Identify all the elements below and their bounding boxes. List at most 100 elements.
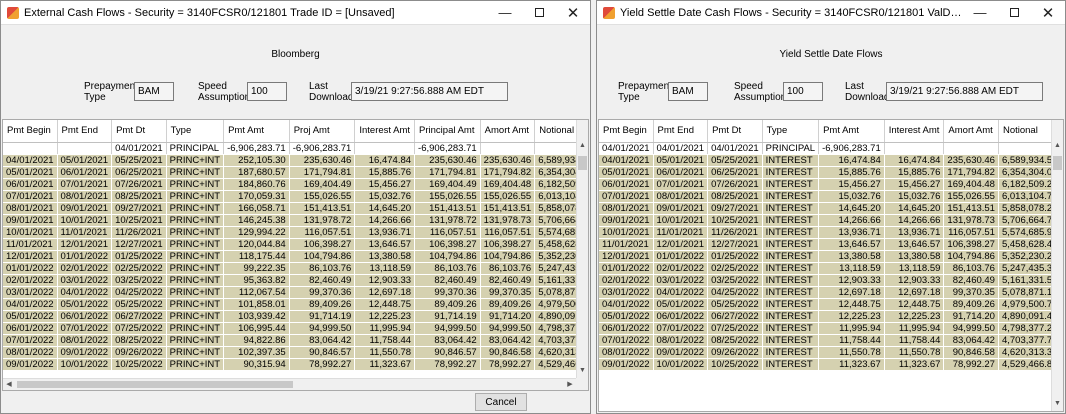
table-cell: PRINC+INT bbox=[166, 178, 225, 191]
table-cell: 04/01/2021 bbox=[653, 142, 709, 155]
column-header[interactable]: Amort Amt bbox=[480, 120, 536, 143]
table-row[interactable]: 04/01/2021 05/01/2021 05/25/2021 PRINC+INT 2… bbox=[3, 154, 588, 167]
column-header[interactable]: Pmt End bbox=[57, 120, 113, 143]
table-cell: 78,992.27 bbox=[480, 358, 536, 371]
column-header[interactable]: Pmt End bbox=[653, 120, 709, 143]
table-row[interactable]: 11/01/2021 12/01/2021 12/27/2021 INTEREST 13… bbox=[599, 238, 1063, 251]
table-row[interactable]: 07/01/2022 08/01/2022 08/25/2022 PRINC+INT 9… bbox=[3, 334, 588, 347]
table-row[interactable]: 06/01/2022 07/01/2022 07/25/2022 PRINC+INT 1… bbox=[3, 322, 588, 335]
table-cell: 11/26/2021 bbox=[707, 226, 763, 239]
minimize-button[interactable]: — bbox=[488, 1, 522, 25]
table-row[interactable]: 06/01/2021 07/01/2021 07/26/2021 PRINC+INT 1… bbox=[3, 178, 588, 191]
minimize-button[interactable]: — bbox=[963, 1, 997, 25]
table-row[interactable]: 02/01/2022 03/01/2022 03/25/2022 INTEREST 12… bbox=[599, 274, 1063, 287]
table-row[interactable]: 09/01/2022 10/01/2022 10/25/2022 PRINC+INT 9… bbox=[3, 358, 588, 371]
table-row[interactable]: 05/01/2022 06/01/2022 06/27/2022 PRINC+INT 1… bbox=[3, 310, 588, 323]
table-cell: 14,645.20 bbox=[818, 202, 885, 215]
close-button[interactable]: ✕ bbox=[1031, 1, 1065, 25]
speed-assumption-field[interactable]: 100 bbox=[247, 82, 287, 101]
last-download-field[interactable]: 3/19/21 9:27:56.888 AM EDT bbox=[886, 82, 1043, 101]
table-row[interactable]: 04/01/2021 05/01/2021 05/25/2021 INTEREST 16… bbox=[599, 154, 1063, 167]
vertical-scroll-thumb[interactable] bbox=[1053, 156, 1062, 170]
vertical-scrollbar[interactable]: ▲ ▼ bbox=[576, 120, 588, 378]
table-row[interactable]: 12/01/2021 01/01/2022 01/25/2022 INTEREST 13… bbox=[599, 250, 1063, 263]
table-row[interactable]: 07/01/2021 08/01/2021 08/25/2021 PRINC+INT 1… bbox=[3, 190, 588, 203]
scroll-down-icon[interactable]: ▼ bbox=[577, 367, 588, 378]
table-row[interactable]: 04/01/2021 04/01/2021 04/01/2021 PRINCIPAL -… bbox=[599, 142, 1063, 155]
table-row[interactable]: 08/01/2021 09/01/2021 09/27/2021 INTEREST 14… bbox=[599, 202, 1063, 215]
vertical-scroll-thumb[interactable] bbox=[578, 156, 587, 170]
table-row[interactable]: 01/01/2022 02/01/2022 02/25/2022 INTEREST 13… bbox=[599, 262, 1063, 275]
column-header[interactable]: Pmt Begin bbox=[3, 120, 58, 143]
horizontal-scroll-thumb[interactable] bbox=[17, 381, 293, 388]
scroll-up-icon[interactable]: ▲ bbox=[1052, 142, 1063, 153]
column-header[interactable]: Type bbox=[762, 120, 820, 143]
table-cell: PRINCIPAL bbox=[762, 142, 820, 155]
column-header[interactable]: Type bbox=[166, 120, 225, 143]
speed-assumption-field[interactable]: 100 bbox=[783, 82, 823, 101]
table-row[interactable]: 06/01/2022 07/01/2022 07/25/2022 INTEREST 11… bbox=[599, 322, 1063, 335]
table-cell: 104,794.86 bbox=[289, 250, 356, 263]
prepayment-type-field[interactable]: BAM bbox=[134, 82, 174, 101]
table-row[interactable]: 08/01/2022 09/01/2022 09/26/2022 PRINC+INT 1… bbox=[3, 346, 588, 359]
table-row[interactable]: 09/01/2021 10/01/2021 10/25/2021 INTEREST 14… bbox=[599, 214, 1063, 227]
table-row[interactable]: 03/01/2022 04/01/2022 04/25/2022 PRINC+INT 1… bbox=[3, 286, 588, 299]
column-header[interactable]: Principal Amt bbox=[414, 120, 481, 143]
table-cell: 06/01/2022 bbox=[599, 322, 654, 335]
title-bar[interactable]: External Cash Flows - Security = 3140FCS… bbox=[1, 1, 590, 25]
table-row[interactable]: 03/01/2022 04/01/2022 04/25/2022 INTEREST 12… bbox=[599, 286, 1063, 299]
column-header[interactable]: Pmt Dt bbox=[111, 120, 167, 143]
table-row[interactable]: 10/01/2021 11/01/2021 11/26/2021 INTEREST 13… bbox=[599, 226, 1063, 239]
scroll-up-icon[interactable]: ▲ bbox=[577, 142, 588, 153]
table-row[interactable]: 04/01/2021 PRINCIPAL -6,906,283.71 -6,906,2… bbox=[3, 142, 588, 155]
maximize-button[interactable] bbox=[522, 1, 556, 25]
scroll-down-icon[interactable]: ▼ bbox=[1052, 400, 1063, 411]
last-label-line2: Download bbox=[845, 92, 890, 103]
close-button[interactable]: ✕ bbox=[556, 1, 590, 25]
table-row[interactable]: 09/01/2021 10/01/2021 10/25/2021 PRINC+INT 1… bbox=[3, 214, 588, 227]
table-cell: INTEREST bbox=[762, 322, 820, 335]
table-row[interactable]: 09/01/2022 10/01/2022 10/25/2022 INTEREST 11… bbox=[599, 358, 1063, 371]
table-row[interactable]: 01/01/2022 02/01/2022 02/25/2022 PRINC+INT 9… bbox=[3, 262, 588, 275]
table-row[interactable]: 06/01/2021 07/01/2021 07/26/2021 INTEREST 15… bbox=[599, 178, 1063, 191]
column-header[interactable]: Pmt Amt bbox=[818, 120, 885, 143]
title-bar[interactable]: Yield Settle Date Cash Flows - Security … bbox=[597, 1, 1065, 25]
column-header[interactable]: Amort Amt bbox=[943, 120, 999, 143]
table-row[interactable]: 12/01/2021 01/01/2022 01/25/2022 PRINC+INT 1… bbox=[3, 250, 588, 263]
scroll-left-icon[interactable]: ◀ bbox=[3, 379, 15, 390]
cancel-button[interactable]: Cancel bbox=[475, 393, 527, 411]
horizontal-scrollbar[interactable]: ◀ ▶ bbox=[3, 378, 576, 390]
vertical-scrollbar[interactable]: ▲ ▼ bbox=[1051, 120, 1063, 411]
last-download-field[interactable]: 3/19/21 9:27:56.888 AM EDT bbox=[351, 82, 508, 101]
table-row[interactable]: 05/01/2021 06/01/2021 06/25/2021 INTEREST 15… bbox=[599, 166, 1063, 179]
table-cell: 106,398.27 bbox=[414, 238, 481, 251]
cash-flow-table-container[interactable]: Pmt Begin Pmt End Pmt Dt Type Pmt Amt Proj Am… bbox=[2, 119, 589, 391]
cash-flow-table-container[interactable]: Pmt Begin Pmt End Pmt Dt Type Pmt Amt Interes… bbox=[598, 119, 1064, 412]
column-header[interactable]: Pmt Amt bbox=[223, 120, 290, 143]
table-row[interactable]: 04/01/2022 05/01/2022 05/25/2022 PRINC+INT 1… bbox=[3, 298, 588, 311]
table-row[interactable]: 07/01/2022 08/01/2022 08/25/2022 INTEREST 11… bbox=[599, 334, 1063, 347]
table-cell: 11/01/2021 bbox=[653, 226, 709, 239]
table-row[interactable]: 07/01/2021 08/01/2021 08/25/2021 INTEREST 15… bbox=[599, 190, 1063, 203]
maximize-button[interactable] bbox=[997, 1, 1031, 25]
table-row[interactable]: 10/01/2021 11/01/2021 11/26/2021 PRINC+INT 1… bbox=[3, 226, 588, 239]
table-cell: 94,999.50 bbox=[289, 322, 356, 335]
column-header[interactable]: Proj Amt bbox=[289, 120, 356, 143]
table-row[interactable]: 02/01/2022 03/01/2022 03/25/2022 PRINC+INT 9… bbox=[3, 274, 588, 287]
table-row[interactable]: 04/01/2022 05/01/2022 05/25/2022 INTEREST 12… bbox=[599, 298, 1063, 311]
table-row[interactable]: 08/01/2022 09/01/2022 09/26/2022 INTEREST 11… bbox=[599, 346, 1063, 359]
column-header[interactable]: Interest Amt bbox=[884, 120, 945, 143]
prepayment-label-line2: Type bbox=[618, 92, 640, 103]
table-cell: 15,885.76 bbox=[884, 166, 945, 179]
table-row[interactable]: 08/01/2021 09/01/2021 09/27/2021 PRINC+INT 1… bbox=[3, 202, 588, 215]
column-header[interactable]: Pmt Begin bbox=[599, 120, 654, 143]
column-header[interactable]: Interest Amt bbox=[354, 120, 416, 143]
table-cell: 95,363.82 bbox=[223, 274, 290, 287]
column-header[interactable]: Pmt Dt bbox=[707, 120, 763, 143]
prepayment-type-field[interactable]: BAM bbox=[668, 82, 708, 101]
table-row[interactable]: 05/01/2021 06/01/2021 06/25/2021 PRINC+INT 1… bbox=[3, 166, 588, 179]
table-row[interactable]: 11/01/2021 12/01/2021 12/27/2021 PRINC+INT 1… bbox=[3, 238, 588, 251]
table-cell: 89,409.26 bbox=[943, 298, 999, 311]
table-row[interactable]: 05/01/2022 06/01/2022 06/27/2022 INTEREST 12… bbox=[599, 310, 1063, 323]
scroll-right-icon[interactable]: ▶ bbox=[564, 379, 576, 390]
